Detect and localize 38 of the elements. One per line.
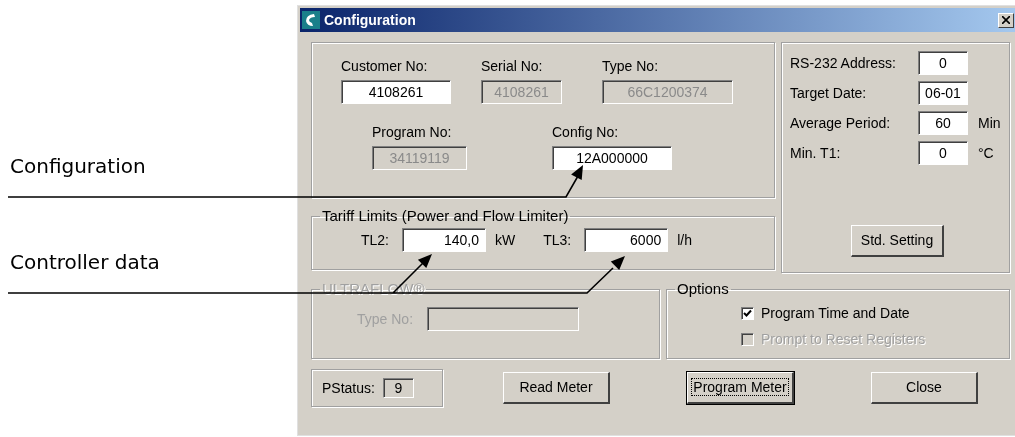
- unit-label: Min: [978, 113, 1001, 133]
- input-field[interactable]: 06-01: [918, 81, 968, 105]
- callout-label: Controller data: [10, 249, 161, 276]
- unit-label: kW: [495, 230, 516, 250]
- unit-label: °C: [978, 143, 994, 163]
- app-logo-icon: [302, 11, 320, 29]
- dialog-button[interactable]: Std. Setting: [851, 225, 944, 257]
- input-field[interactable]: 140,0: [402, 228, 486, 252]
- checkbox[interactable]: [741, 307, 754, 320]
- input-field[interactable]: 6000: [584, 228, 669, 252]
- window-title: Configuration: [324, 10, 416, 30]
- group-title: Tariff Limits (Power and Flow Limiter): [321, 208, 570, 224]
- field-label: Min. T1:: [790, 143, 842, 163]
- field-label: RS-232 Address:: [790, 53, 897, 73]
- field-label: Customer No:: [341, 57, 429, 76]
- dialog-button[interactable]: Close: [871, 372, 978, 404]
- dialog-button[interactable]: Read Meter: [503, 372, 610, 404]
- field-label: Config No:: [552, 123, 620, 142]
- field-label: TL3:: [543, 230, 573, 250]
- field-label: Type No:: [602, 57, 660, 76]
- close-icon[interactable]: [998, 12, 1014, 28]
- input-field[interactable]: 0: [918, 51, 968, 75]
- checkbox-label: Program Time and Date: [761, 304, 910, 323]
- callout-label: Configuration: [10, 153, 147, 180]
- unit-label: l/h: [677, 230, 692, 250]
- dialog-button[interactable]: Program Meter: [687, 372, 794, 404]
- field-label: Serial No:: [481, 57, 544, 76]
- group-title: Options: [676, 281, 730, 297]
- field-label: Target Date:: [790, 83, 868, 103]
- input-field[interactable]: 12A000000: [552, 146, 672, 170]
- input-field[interactable]: 60: [918, 111, 968, 135]
- status-label: PStatus:: [322, 378, 375, 398]
- status-value: 9: [382, 378, 414, 398]
- field-label: Average Period:: [790, 113, 892, 133]
- field-label: Program No:: [372, 123, 453, 142]
- input-field[interactable]: 0: [918, 141, 968, 165]
- field-label: TL2:: [361, 230, 390, 250]
- input-field[interactable]: 4108261: [341, 80, 451, 104]
